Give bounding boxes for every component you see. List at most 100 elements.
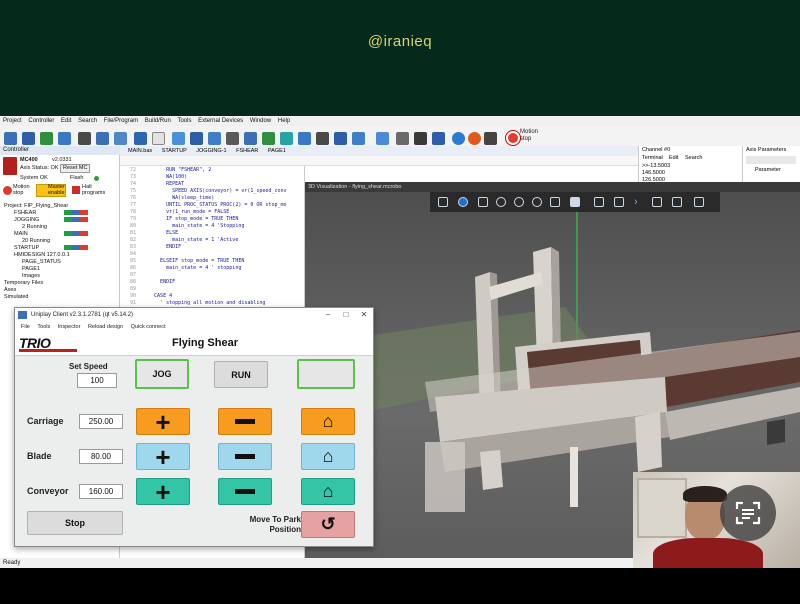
carriage-minus-button[interactable] (218, 408, 272, 435)
tree-temporary-files[interactable]: Temporary Files (4, 280, 43, 287)
rotate-icon[interactable] (532, 197, 542, 207)
conveyor-minus-button[interactable] (218, 478, 272, 505)
tab-startup[interactable]: STARTUP (162, 148, 187, 154)
conveyor-home-button[interactable]: ⌂ (301, 478, 355, 505)
help-icon[interactable] (452, 132, 465, 145)
tree-images[interactable]: Images (22, 273, 40, 280)
settings-pin-icon[interactable] (694, 197, 704, 207)
box-icon[interactable] (570, 197, 580, 207)
settings-icon[interactable] (484, 132, 497, 145)
code-line[interactable]: 72 RUN "FSHEAR", 2 (120, 167, 305, 174)
motion-stop-small-label[interactable]: Motion stop (13, 184, 35, 196)
tree-project[interactable]: Project: FIP_Flying_Shear (4, 203, 68, 210)
park-button[interactable]: ↺ (301, 511, 355, 538)
zoom-in-icon[interactable] (496, 197, 506, 207)
code-line[interactable]: 88 ENDIF (120, 279, 305, 286)
dlg-menu-inspector[interactable]: Inspector (58, 324, 81, 330)
code-line[interactable]: 84 (120, 251, 305, 258)
jog-icon[interactable] (262, 132, 275, 145)
reset-mc-button[interactable]: Reset MC (60, 164, 91, 173)
menu-window[interactable]: Window (250, 118, 271, 124)
stop-button[interactable]: Stop (27, 511, 123, 535)
carriage-plus-button[interactable]: + (136, 408, 190, 435)
blade-home-button[interactable]: ⌂ (301, 443, 355, 470)
lens-scan-button[interactable] (720, 485, 776, 541)
tree-fshear[interactable]: FSHEAR (14, 210, 36, 217)
run-button[interactable]: RUN (214, 361, 268, 388)
master-enable-label[interactable]: Master enable (48, 184, 68, 196)
fshear-controls-icon[interactable] (64, 210, 88, 215)
code-line[interactable]: 78 vr(1_run_mode = FALSE (120, 209, 305, 216)
maximize-icon[interactable]: □ (339, 308, 353, 322)
tree-page-status[interactable]: PAGE_STATUS (22, 259, 61, 266)
channel-menu-edit[interactable]: Edit (669, 155, 678, 162)
tab-fshear[interactable]: FSHEAR (236, 148, 258, 154)
halt-programs-label[interactable]: Halt programs (82, 184, 112, 196)
dlg-menu-reload-design[interactable]: Reload design (88, 324, 123, 330)
blade-value[interactable]: 80.00 (79, 449, 123, 464)
tab-main[interactable]: MAIN.bas (128, 148, 152, 154)
dlg-menu-tools[interactable]: Tools (37, 324, 50, 330)
code-line[interactable]: 77 UNTIL PROC_STATUS PROC(2) = 0 OR stop… (120, 202, 305, 209)
code-line[interactable]: 85 ELSEIF stop_mode = TRUE THEN (120, 258, 305, 265)
status-indicator-button[interactable] (297, 359, 355, 389)
layers-icon[interactable] (652, 197, 662, 207)
tree-main[interactable]: MAIN (14, 231, 28, 238)
controller-icon[interactable] (58, 132, 71, 145)
tree-hmidesign[interactable]: HMIDESIGN 127.0.0.1 (14, 252, 70, 259)
info-icon[interactable] (468, 132, 481, 145)
paint-icon[interactable] (594, 197, 604, 207)
image-icon[interactable] (376, 132, 389, 145)
conveyor-plus-button[interactable]: + (136, 478, 190, 505)
chart-icon[interactable] (316, 132, 329, 145)
vr-icon[interactable] (244, 132, 257, 145)
program-icon[interactable] (134, 132, 147, 145)
window-icon[interactable] (114, 132, 127, 145)
menu-tools[interactable]: Tools (177, 118, 191, 124)
menu-search[interactable]: Search (78, 118, 97, 124)
scope-icon[interactable] (190, 132, 203, 145)
halt-programs-icon[interactable] (72, 186, 80, 194)
code-line[interactable]: 79 IF stop_mode = TRUE THEN (120, 216, 305, 223)
code-line[interactable]: 83 ENDIF (120, 244, 305, 251)
oscilloscope-icon[interactable] (334, 132, 347, 145)
select-icon[interactable] (438, 197, 448, 207)
code-line[interactable]: 82 main_state = 1 'Active (120, 237, 305, 244)
code-line[interactable]: 86 main_state = 4 ' stopping (120, 265, 305, 272)
tab-jogging[interactable]: JOGGING-1 (196, 148, 226, 154)
tools-icon[interactable] (396, 132, 409, 145)
code-line[interactable]: 75 SPEED AXIS(conveyor) = vr(1_speed_con… (120, 188, 305, 195)
play-icon[interactable] (458, 197, 468, 207)
blade-minus-button[interactable] (218, 443, 272, 470)
motion-stop-icon[interactable] (506, 131, 520, 145)
terminal-icon[interactable] (78, 132, 91, 145)
tree-startup[interactable]: STARTUP (14, 245, 39, 252)
tree-axes[interactable]: Axes (4, 287, 16, 294)
tree-simulated[interactable]: Simulated (4, 294, 28, 301)
code-line[interactable]: 80 main_state = 4 'Stopping (120, 223, 305, 230)
dlg-menu-quick-connect[interactable]: Quick connect (131, 324, 166, 330)
axis-icon[interactable] (172, 132, 185, 145)
save-icon[interactable] (22, 132, 35, 145)
blade-plus-button[interactable]: + (136, 443, 190, 470)
jog-button[interactable]: JOG (135, 359, 189, 389)
main-controls-icon[interactable] (64, 231, 88, 236)
motion-stop-label[interactable]: Motion stop (520, 129, 550, 143)
carriage-value[interactable]: 250.00 (79, 414, 123, 429)
motion-stop-small-icon[interactable] (3, 186, 12, 195)
menu-external-devices[interactable]: External Devices (198, 118, 243, 124)
startup-controls-icon[interactable] (64, 245, 88, 250)
channel-menu-terminal[interactable]: Terminal (642, 155, 663, 162)
code-line[interactable]: 87 (120, 272, 305, 279)
code-line[interactable]: 89 (120, 286, 305, 293)
new-project-icon[interactable] (4, 132, 17, 145)
plc-icon[interactable] (298, 132, 311, 145)
dlg-menu-file[interactable]: File (21, 324, 30, 330)
table-icon[interactable] (226, 132, 239, 145)
menu-build-run[interactable]: Build/Run (145, 118, 171, 124)
jogging-controls-icon[interactable] (64, 217, 88, 222)
fit-icon[interactable] (478, 197, 488, 207)
conveyor-value[interactable]: 160.00 (79, 484, 123, 499)
io-icon[interactable] (208, 132, 221, 145)
menu-project[interactable]: Project (3, 118, 22, 124)
